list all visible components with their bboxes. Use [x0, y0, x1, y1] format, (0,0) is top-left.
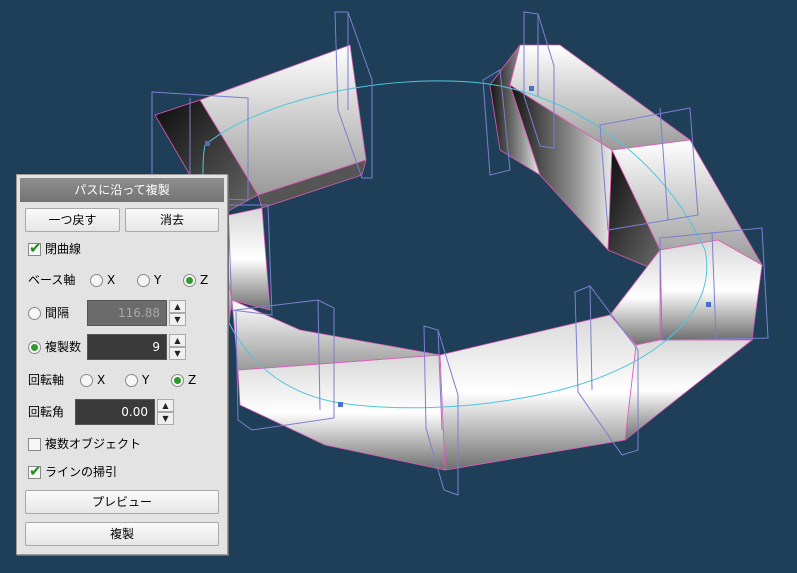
spacing-radio[interactable]	[28, 307, 41, 320]
multi-object-checkbox[interactable]	[28, 438, 41, 451]
rotation-angle-field[interactable]: 0.00	[75, 399, 155, 425]
rotation-angle-label: 回転角	[28, 405, 65, 419]
check-icon: ✔	[29, 462, 42, 480]
duplicate-button[interactable]: 複製	[25, 522, 219, 546]
count-field[interactable]: 9	[87, 334, 167, 360]
rotation-axis-y-radio[interactable]	[125, 374, 138, 387]
rotation-axis-z-label: Z	[188, 373, 197, 387]
spin-up-icon[interactable]: ▲	[169, 300, 186, 313]
rotation-angle-stepper[interactable]: ▲ ▼	[157, 399, 174, 425]
count-stepper[interactable]: ▲ ▼	[169, 334, 186, 360]
delete-button[interactable]: 消去	[125, 208, 219, 232]
sweep-line-label: ラインの掃引	[45, 465, 118, 479]
closed-curve-checkbox[interactable]: ✔	[28, 239, 42, 257]
base-axis-x-radio[interactable]	[90, 274, 103, 287]
spin-up-icon[interactable]: ▲	[157, 399, 174, 412]
rotation-axis-x-label: X	[97, 373, 106, 387]
spin-down-icon[interactable]: ▼	[169, 313, 186, 326]
spin-down-icon[interactable]: ▼	[157, 412, 174, 425]
undo-button[interactable]: 一つ戻す	[25, 208, 120, 232]
count-label: 複製数	[45, 340, 82, 354]
rotation-axis-y-label: Y	[142, 373, 150, 387]
multi-object-label: 複数オブジェクト	[45, 437, 142, 451]
base-axis-y-radio[interactable]	[137, 274, 150, 287]
count-radio[interactable]	[28, 341, 41, 354]
closed-curve-label: 閉曲線	[45, 242, 82, 256]
preview-button[interactable]: プレビュー	[25, 490, 219, 514]
spacing-label: 間隔	[45, 306, 70, 320]
rotation-axis-label: 回転軸	[28, 373, 65, 387]
sweep-line-checkbox[interactable]: ✔	[28, 462, 42, 480]
spin-down-icon[interactable]: ▼	[169, 347, 186, 360]
duplicate-along-path-dialog: パスに沿って複製 一つ戻す 消去 ✔ 閉曲線 ベース軸 X Y Z 間隔 116…	[16, 174, 228, 555]
spacing-field[interactable]: 116.88	[87, 300, 167, 326]
base-axis-z-radio[interactable]	[183, 274, 196, 287]
base-axis-x-label: X	[107, 273, 116, 287]
check-icon: ✔	[29, 239, 42, 257]
spin-up-icon[interactable]: ▲	[169, 334, 186, 347]
rotation-axis-z-radio[interactable]	[171, 374, 184, 387]
rotation-axis-x-radio[interactable]	[80, 374, 93, 387]
base-axis-label: ベース軸	[28, 273, 76, 287]
spacing-stepper[interactable]: ▲ ▼	[169, 300, 186, 326]
dialog-title[interactable]: パスに沿って複製	[20, 178, 224, 202]
base-axis-z-label: Z	[200, 273, 209, 287]
base-axis-y-label: Y	[154, 273, 162, 287]
